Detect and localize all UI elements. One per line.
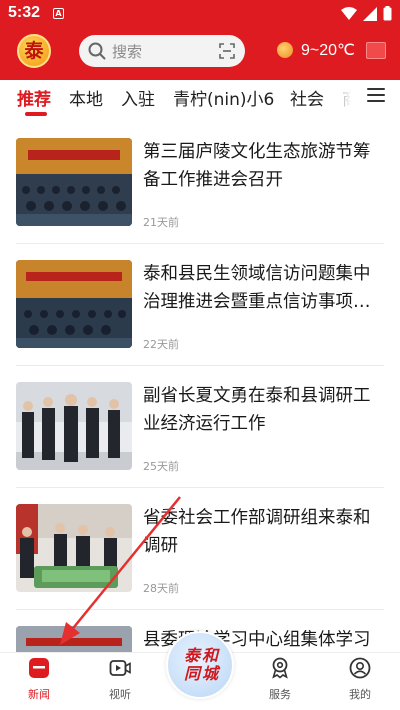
nav-profile[interactable]: 我的	[330, 657, 390, 702]
header-bar: 5:32 A 泰 搜索 9~20℃	[0, 0, 400, 80]
news-time: 22天前	[143, 338, 179, 351]
news-title: 泰和县民生领域信访问题集中治理推进会暨重点信访事项…	[143, 264, 371, 312]
tab-recommend[interactable]: 推荐	[17, 85, 51, 110]
search-box[interactable]: 搜索	[79, 35, 245, 67]
category-tabs: 推荐 本地 入驻 青柠(nin)小6 社会 商	[0, 80, 400, 122]
news-thumbnail	[16, 382, 132, 470]
news-icon	[29, 658, 49, 678]
news-title: 省委社会工作部调研组来泰和调研	[143, 508, 371, 556]
nav-label: 新闻	[28, 688, 50, 701]
news-title: 第三届庐陵文化生态旅游节筹备工作推进会召开	[143, 142, 371, 190]
nav-label: 我的	[349, 688, 371, 701]
nav-label: 视听	[109, 688, 131, 701]
search-placeholder: 搜索	[112, 43, 143, 61]
nav-news[interactable]: 新闻	[9, 657, 69, 702]
nav-service[interactable]: 服务	[250, 657, 310, 702]
status-icons	[341, 6, 392, 21]
news-item[interactable]: 泰和县民生领域信访问题集中治理推进会暨重点信访事项… 22天前	[0, 244, 400, 366]
news-item[interactable]: 省委社会工作部调研组来泰和调研 28天前	[0, 488, 400, 610]
video-icon	[109, 660, 131, 676]
scan-icon[interactable]	[219, 43, 235, 59]
status-bar: 5:32 A	[0, 0, 400, 28]
notification-icon: A	[53, 8, 64, 19]
tab-society[interactable]: 社会	[290, 85, 324, 110]
center-badge-text: 泰和 同城	[183, 646, 220, 683]
tab-qingning[interactable]: 青柠(nin)小6	[173, 85, 274, 110]
nav-label: 服务	[269, 688, 291, 701]
news-item[interactable]: 第三届庐陵文化生态旅游节筹备工作推进会召开 21天前	[0, 122, 400, 244]
nav-video[interactable]: 视听	[90, 657, 150, 702]
tabs-fade	[322, 80, 364, 120]
news-time: 21天前	[143, 216, 179, 229]
app-logo[interactable]: 泰	[17, 34, 51, 68]
tab-local[interactable]: 本地	[69, 85, 103, 110]
status-time: 5:32	[8, 4, 41, 21]
news-thumbnail	[16, 260, 132, 348]
bottom-nav: 新闻 视听 泰和 同城 服务 我的	[0, 631, 400, 710]
signal-icon	[363, 6, 377, 21]
news-title: 副省长夏文勇在泰和县调研工业经济运行工作	[143, 386, 371, 434]
news-thumbnail	[16, 504, 132, 592]
battery-icon	[383, 6, 392, 21]
news-thumbnail	[16, 138, 132, 226]
news-item[interactable]: 副省长夏文勇在泰和县调研工业经济运行工作 25天前	[0, 366, 400, 488]
news-time: 25天前	[143, 460, 179, 473]
menu-icon[interactable]	[367, 88, 385, 104]
profile-icon	[349, 657, 371, 679]
search-icon	[88, 42, 106, 60]
message-icon[interactable]	[366, 42, 386, 59]
tongcheng-center-button[interactable]: 泰和 同城	[166, 631, 234, 699]
weather-temperature[interactable]: 9~20℃	[301, 40, 355, 60]
app-screen: 5:32 A 泰 搜索 9~20℃ 推荐 本地 入驻 青柠(nin)小6 社会 …	[0, 0, 400, 710]
service-icon	[272, 657, 288, 679]
weather-sun-icon	[277, 42, 293, 58]
active-tab-indicator	[25, 112, 47, 116]
news-time: 28天前	[143, 582, 179, 595]
wifi-icon	[341, 7, 357, 20]
tab-settled[interactable]: 入驻	[121, 85, 155, 110]
